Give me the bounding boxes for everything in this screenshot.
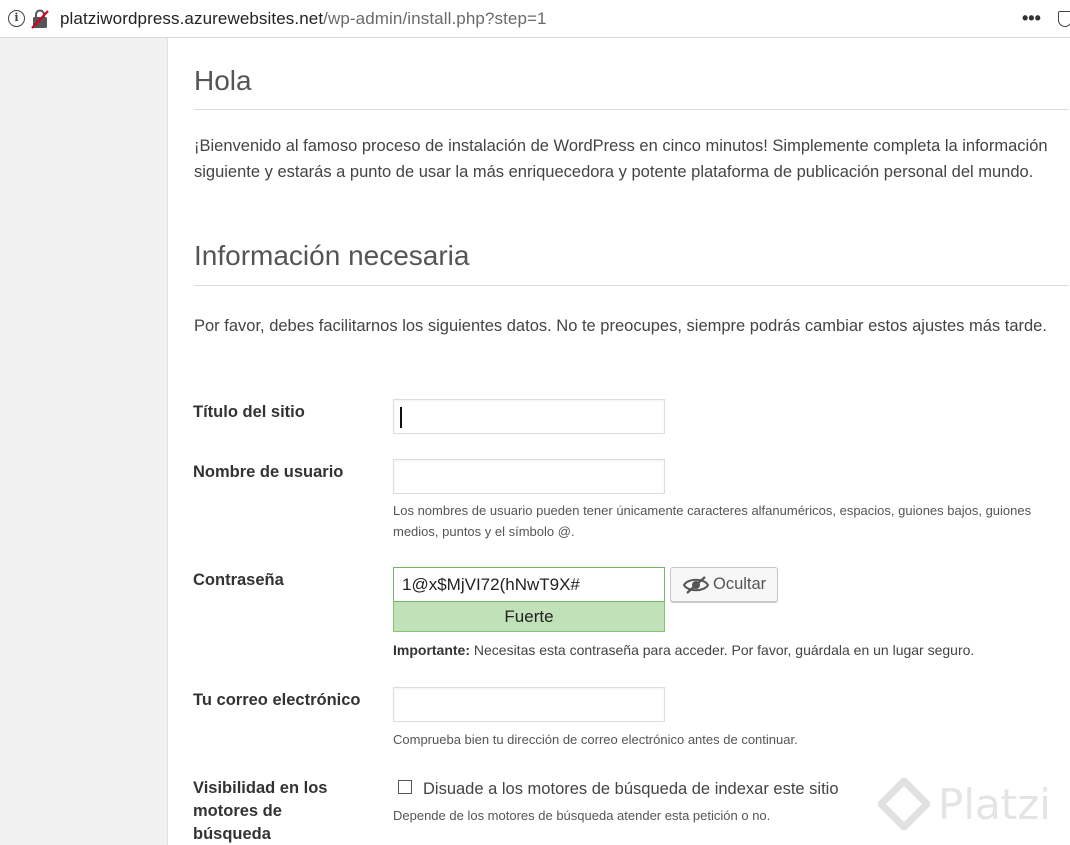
hide-password-label: Ocultar — [713, 575, 767, 593]
divider — [194, 285, 1069, 286]
hide-password-button[interactable]: Ocultar — [670, 567, 778, 602]
divider — [194, 109, 1069, 110]
insecure-lock-icon[interactable] — [31, 9, 49, 29]
welcome-text: ¡Bienvenido al famoso proceso de instala… — [194, 137, 1048, 181]
password-input[interactable]: 1@x$MjVI72(hNwT9X# — [393, 567, 665, 602]
text-caret — [400, 407, 402, 428]
url-path: /wp-admin/install.php?step=1 — [323, 9, 547, 28]
eye-slash-icon — [683, 576, 709, 594]
email-input[interactable] — [393, 687, 665, 722]
watermark-text: Platzi — [938, 780, 1051, 829]
username-help: Los nombres de usuario pueden tener únic… — [393, 503, 1032, 539]
browser-address-bar: i platziwordpress.azurewebsites.net/wp-a… — [0, 0, 1070, 38]
important-text: Necesitas esta contraseña para acceder. … — [470, 642, 975, 658]
install-card: Hola ¡Bienvenido al famoso proceso de in… — [167, 38, 1070, 845]
shield-icon[interactable] — [1058, 11, 1070, 27]
email-help: Comprueba bien tu dirección de correo el… — [393, 732, 798, 747]
more-icon[interactable]: ••• — [1022, 8, 1041, 29]
info-title: Información necesaria — [194, 240, 470, 271]
discourage-search-checkbox[interactable] — [398, 780, 412, 794]
important-label: Importante: — [393, 642, 470, 658]
password-strength-indicator: Fuerte — [393, 602, 665, 632]
url-host: platziwordpress.azurewebsites.net — [60, 9, 324, 28]
info-intro: Por favor, debes facilitarnos los siguie… — [194, 317, 1047, 335]
greeting-title: Hola — [194, 65, 252, 96]
platzi-logo-icon — [878, 778, 930, 830]
discourage-search-label[interactable]: Disuade a los motores de búsqueda de ind… — [423, 778, 839, 800]
password-important-note: Importante: Necesitas esta contraseña pa… — [393, 639, 974, 661]
site-title-label: Título del sitio — [193, 403, 305, 421]
visibility-label: Visibilidad en los motores de búsqueda — [193, 779, 328, 843]
password-label: Contraseña — [193, 571, 284, 589]
username-label: Nombre de usuario — [193, 463, 344, 481]
email-label: Tu correo electrónico — [193, 691, 361, 709]
platzi-watermark: Platzi — [878, 776, 1063, 836]
url-field[interactable]: platziwordpress.azurewebsites.net/wp-adm… — [60, 9, 547, 29]
site-title-input[interactable] — [393, 399, 665, 434]
info-icon[interactable]: i — [8, 10, 25, 27]
username-input[interactable] — [393, 459, 665, 494]
